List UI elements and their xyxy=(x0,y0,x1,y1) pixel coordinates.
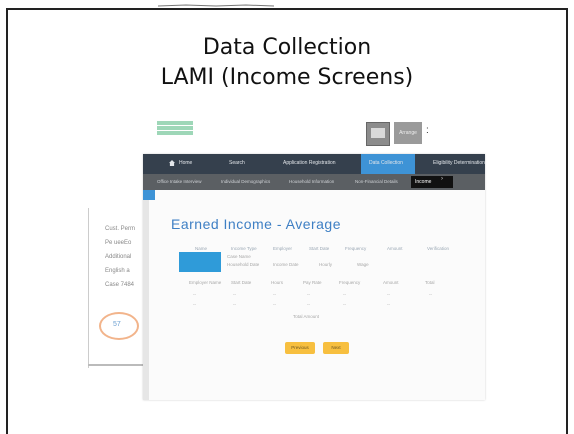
column-header: Verification xyxy=(427,246,450,251)
table-cell: -- xyxy=(193,302,196,307)
column-header: Name xyxy=(195,246,208,251)
table-cell: -- xyxy=(307,292,310,297)
table-cell: Case Name xyxy=(227,254,251,259)
previous-button[interactable]: Previous xyxy=(285,342,315,354)
column-header: Employer xyxy=(273,246,293,251)
tab-non-financial[interactable]: Non-Financial Details xyxy=(355,179,398,184)
slide-subtitle: LAMI (Income Screens) xyxy=(160,65,414,90)
side-accent xyxy=(143,190,155,200)
column-header: Frequency xyxy=(345,246,367,251)
table-cell: -- xyxy=(387,302,390,307)
table-cell: -- xyxy=(343,292,346,297)
app-window: Home Search Application Registration Dat… xyxy=(143,154,485,400)
window-icon[interactable] xyxy=(366,122,390,146)
top-scribble xyxy=(157,4,275,7)
nav-item-search[interactable]: Search xyxy=(229,160,245,166)
table-cell: Frequency xyxy=(339,280,361,285)
home-icon[interactable] xyxy=(169,160,175,166)
table-cell: -- xyxy=(273,302,276,307)
table-cell: -- xyxy=(307,302,310,307)
table-cell: -- xyxy=(387,292,390,297)
total-label: Total Amount xyxy=(293,314,320,319)
toolbar-button[interactable]: Arrange xyxy=(394,122,422,144)
table-cell: -- xyxy=(233,302,236,307)
left-panel-item[interactable]: English a xyxy=(105,268,130,274)
left-panel-item[interactable]: Cust. Perm xyxy=(105,226,135,232)
table-cell: Amount xyxy=(383,280,399,285)
table-cell: -- xyxy=(193,292,196,297)
page-title: Earned Income - Average xyxy=(171,216,342,232)
table-cell: -- xyxy=(429,292,432,297)
table-cell: Total xyxy=(425,280,435,285)
side-bar xyxy=(143,200,149,400)
table-cell: Pay Rate xyxy=(303,280,322,285)
top-nav: Home Search Application Registration Dat… xyxy=(143,154,485,174)
left-panel-item[interactable]: Pe ueeEo xyxy=(105,240,131,246)
divider xyxy=(88,364,148,366)
nav-item-eligibility[interactable]: Eligibility Determination xyxy=(433,160,485,166)
table-cell: -- xyxy=(233,292,236,297)
nav-item-application-registration[interactable]: Application Registration xyxy=(283,160,336,166)
table-cell: Income Date xyxy=(273,262,299,267)
nav-item-home[interactable]: Home xyxy=(179,160,192,166)
table-cell: Wage xyxy=(357,262,369,267)
table-cell: Hourly xyxy=(319,262,333,267)
left-panel-item[interactable]: Case 7484 xyxy=(105,282,134,288)
table-cell: -- xyxy=(343,302,346,307)
table-cell: Household Date xyxy=(227,262,260,267)
next-button[interactable]: Next xyxy=(323,342,349,354)
slide-title: Data Collection xyxy=(202,35,372,60)
column-header: Amount xyxy=(387,246,403,251)
left-panel: Cust. Perm Pe ueeEo Additional English a… xyxy=(88,208,151,368)
table-cell: Start Date xyxy=(231,280,252,285)
tab-household-information[interactable]: Household Information xyxy=(289,179,334,184)
table-cell: Hours xyxy=(271,280,284,285)
highlight-oval: 57 xyxy=(99,312,139,340)
column-header: Income Type xyxy=(231,246,257,251)
selected-row-highlight[interactable] xyxy=(179,252,221,272)
table-cell: -- xyxy=(273,292,276,297)
left-panel-item[interactable]: Additional xyxy=(105,254,131,260)
oval-badge: 57 xyxy=(113,321,121,328)
chevron-right-icon[interactable]: › xyxy=(441,176,443,182)
sub-nav: Office Intake Interview Individual Demog… xyxy=(143,174,485,190)
tab-individual-demographics[interactable]: Individual Demographics xyxy=(221,179,270,184)
tab-income[interactable]: Income xyxy=(411,176,453,188)
column-header: Start Date xyxy=(309,246,330,251)
nav-item-data-collection[interactable]: Data Collection xyxy=(369,160,403,166)
tab-office-intake[interactable]: Office Intake Interview xyxy=(157,179,201,184)
toolbar-separator: : xyxy=(426,125,429,136)
app-logo xyxy=(157,120,193,138)
table-cell: Employer Name xyxy=(189,280,222,285)
